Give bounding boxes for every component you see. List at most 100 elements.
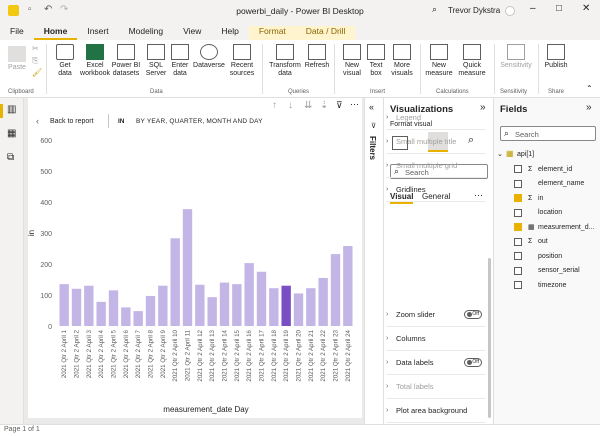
avatar[interactable] — [505, 6, 515, 16]
bar[interactable] — [133, 311, 143, 326]
field-row-element_id[interactable]: Σelement_id — [496, 162, 600, 176]
maximize-icon[interactable]: □ — [556, 3, 562, 14]
field-row-in[interactable]: Σin — [496, 191, 600, 205]
copy-icon[interactable]: ⎘ — [32, 56, 38, 66]
bar[interactable] — [195, 284, 205, 326]
bar[interactable] — [219, 282, 230, 326]
field-checkbox[interactable] — [514, 165, 522, 173]
model-view-icon[interactable]: ⧉ — [7, 152, 14, 163]
bar[interactable] — [59, 284, 69, 326]
tab-view[interactable]: View — [173, 26, 211, 40]
report-view-icon[interactable]: ▥ — [7, 104, 16, 115]
field-row-out[interactable]: Σout — [496, 235, 600, 249]
enter-data-button[interactable]: Enter data — [168, 44, 192, 78]
expand-hierarchy-icon[interactable]: ⇣ — [320, 100, 328, 111]
back-to-report-link[interactable]: Back to report — [50, 118, 94, 125]
visual-container[interactable]: ↑ ↓ ⇊ ⇣ ⊽ ⋯ ‹ Back to report IN BY YEAR,… — [28, 98, 362, 418]
bar[interactable] — [182, 209, 193, 326]
cut-icon[interactable]: ✂ — [32, 44, 39, 53]
viz-scrollbar[interactable] — [488, 258, 491, 418]
tab-home[interactable]: Home — [33, 26, 78, 40]
bar[interactable] — [281, 285, 291, 326]
bar[interactable] — [158, 285, 168, 326]
dataverse-button[interactable]: Dataverse — [192, 44, 226, 70]
data-view-icon[interactable]: ▦ — [7, 128, 16, 139]
bar-chart[interactable]: 0100200300400500600in2021 Qtr 2 April 12… — [28, 132, 362, 418]
more-visuals-button[interactable]: More visuals — [388, 44, 416, 78]
field-checkbox[interactable] — [514, 281, 522, 289]
section-gridlines[interactable]: › Gridlines — [386, 178, 486, 202]
bar[interactable] — [232, 284, 242, 326]
expand-filters-icon[interactable]: « — [369, 102, 374, 112]
tab-format[interactable]: Format — [248, 26, 296, 40]
zoom-slider-toggle[interactable]: Off — [464, 310, 482, 319]
tab-modeling[interactable]: Modeling — [119, 26, 174, 40]
field-checkbox[interactable] — [514, 252, 522, 260]
new-visual-button[interactable]: New visual — [340, 44, 364, 78]
section-small-multiple-title[interactable]: › Small multiple title — [386, 130, 486, 154]
collapse-ribbon-icon[interactable]: ⌃ — [586, 84, 593, 93]
powerbi-datasets-button[interactable]: Power BI datasets — [110, 44, 142, 78]
field-row-measurement_d[interactable]: ▦ measurement_d... — [496, 220, 600, 234]
paste-button[interactable]: Paste — [6, 46, 28, 72]
field-row-location[interactable]: location — [496, 206, 600, 220]
section-data-labels[interactable]: › Data labels Off — [386, 351, 486, 375]
section-columns[interactable]: › Columns — [386, 327, 486, 351]
section-plot-area-background[interactable]: › Plot area background — [386, 399, 486, 423]
section-zoom-slider[interactable]: › Zoom slider Off — [386, 303, 486, 327]
bar[interactable] — [84, 285, 94, 326]
bar[interactable] — [121, 307, 131, 326]
field-checkbox[interactable] — [514, 266, 522, 275]
bar[interactable] — [170, 238, 180, 326]
more-options-icon[interactable]: ⋯ — [350, 99, 359, 110]
expand-table-icon[interactable]: ⌄ — [497, 150, 503, 158]
filters-pane-collapsed[interactable]: « ⊽ Filters — [364, 98, 383, 424]
sql-server-button[interactable]: SQL Server — [144, 44, 168, 78]
sensitivity-button[interactable]: Sensitivity — [498, 44, 534, 70]
drill-down-icon[interactable]: ↓ — [288, 100, 293, 111]
bar[interactable] — [318, 277, 328, 326]
field-row-timezone[interactable]: timezone — [496, 278, 600, 292]
section-legend[interactable]: › Legend — [386, 106, 486, 130]
expand-next-level-icon[interactable]: ⇊ — [304, 100, 312, 111]
section-small-multiple-grid[interactable]: › Small multiple grid — [386, 154, 486, 178]
field-checkbox[interactable] — [514, 237, 522, 246]
bar[interactable] — [71, 288, 82, 326]
field-row-sensor_serial[interactable]: sensor_serial — [496, 264, 600, 278]
drill-up-icon[interactable]: ↑ — [272, 100, 277, 111]
tab-data-drill[interactable]: Data / Drill — [295, 26, 356, 40]
section-total-labels[interactable]: › Total labels — [386, 375, 486, 399]
back-arrow-icon[interactable]: ‹ — [36, 116, 39, 126]
field-row-element_name[interactable]: element_name — [496, 177, 600, 191]
bar[interactable] — [256, 271, 267, 326]
bar[interactable] — [306, 288, 316, 326]
field-checkbox[interactable] — [514, 194, 522, 202]
excel-workbook-button[interactable]: Excel workbook — [80, 44, 110, 78]
bar[interactable] — [96, 301, 106, 326]
bar[interactable] — [293, 293, 304, 326]
tab-help[interactable]: Help — [211, 26, 248, 40]
refresh-button[interactable]: Refresh — [304, 44, 330, 70]
field-checkbox[interactable] — [514, 223, 522, 231]
bar[interactable] — [269, 288, 279, 326]
minimize-icon[interactable]: – — [530, 3, 536, 14]
bar[interactable] — [207, 297, 217, 326]
bar[interactable] — [244, 263, 254, 326]
table-name[interactable]: api[1] — [517, 151, 534, 158]
publish-button[interactable]: Publish — [542, 44, 570, 70]
text-box-button[interactable]: Text box — [366, 44, 386, 78]
format-painter-icon[interactable]: 🖌 — [32, 68, 42, 77]
recent-sources-button[interactable]: Recent sources — [228, 44, 256, 78]
field-checkbox[interactable] — [514, 208, 522, 217]
get-data-button[interactable]: Get data — [52, 44, 78, 78]
new-measure-button[interactable]: New measure — [424, 44, 454, 78]
tab-file[interactable]: File — [0, 26, 34, 40]
bar[interactable] — [330, 254, 341, 326]
quick-measure-button[interactable]: Quick measure — [456, 44, 488, 78]
transform-data-button[interactable]: Transform data — [268, 44, 302, 78]
filter-icon[interactable]: ⊽ — [336, 100, 343, 111]
tab-insert[interactable]: Insert — [77, 26, 118, 40]
data-labels-toggle[interactable]: Off — [464, 358, 482, 367]
bar[interactable] — [343, 246, 353, 326]
collapse-fields-icon[interactable]: » — [586, 102, 592, 113]
